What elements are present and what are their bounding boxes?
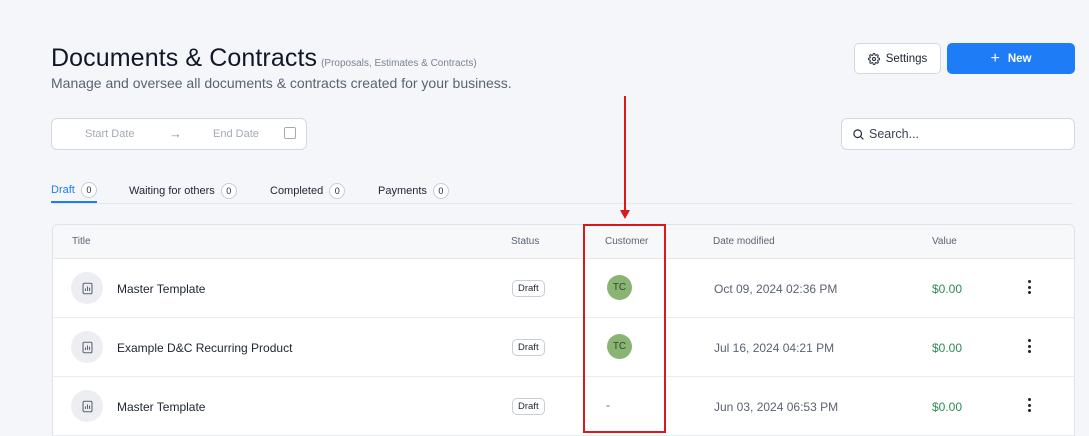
tab-label: Waiting for others <box>129 184 215 197</box>
document-value: $0.00 <box>932 341 963 355</box>
settings-button[interactable]: Settings <box>854 43 941 74</box>
page-title-note: (Proposals, Estimates & Contracts) <box>321 58 477 69</box>
document-value: $0.00 <box>932 400 963 414</box>
tab-count-badge: 0 <box>432 182 449 199</box>
table-row[interactable]: Master Template Draft TC Oct 09, 2024 02… <box>53 259 1074 318</box>
annotation-highlight-box <box>583 224 666 433</box>
plus-icon: + <box>990 49 1000 67</box>
document-icon <box>71 390 103 422</box>
column-header-title[interactable]: Title <box>72 236 91 247</box>
tab-label: Completed <box>270 184 324 197</box>
new-button[interactable]: + New <box>947 43 1075 74</box>
date-modified: Jun 03, 2024 06:53 PM <box>714 400 839 414</box>
document-title[interactable]: Master Template <box>117 282 205 296</box>
settings-label: Settings <box>885 52 928 65</box>
status-tabs: Draft 0 Waiting for others 0 Completed 0… <box>51 176 1073 204</box>
tab-label: Payments <box>378 184 427 197</box>
search-input[interactable] <box>869 127 1059 141</box>
status-badge: Draft <box>512 398 545 415</box>
table-header: Title Status Customer Date modified Valu… <box>53 225 1074 259</box>
documents-table: Title Status Customer Date modified Valu… <box>52 224 1075 436</box>
annotation-arrow-line <box>624 96 626 212</box>
page-title-text: Documents & Contracts <box>51 44 318 72</box>
more-options-icon[interactable] <box>1022 278 1036 296</box>
column-header-value[interactable]: Value <box>932 236 957 247</box>
tab-waiting-for-others[interactable]: Waiting for others 0 <box>129 178 237 203</box>
date-modified: Jul 16, 2024 04:21 PM <box>714 341 835 355</box>
more-options-icon[interactable] <box>1022 337 1036 355</box>
end-date-field[interactable]: End Date <box>213 128 259 140</box>
search-box[interactable] <box>841 118 1075 150</box>
annotation-arrow-head <box>620 210 630 219</box>
column-header-date-modified[interactable]: Date modified <box>713 236 775 247</box>
document-icon <box>71 331 103 363</box>
start-date-field[interactable]: Start Date <box>85 128 135 140</box>
page-title: Documents & Contracts (Proposals, Estima… <box>51 44 477 73</box>
column-header-status[interactable]: Status <box>511 236 539 247</box>
page-subtitle: Manage and oversee all documents & contr… <box>51 75 512 91</box>
date-modified: Oct 09, 2024 02:36 PM <box>714 282 838 296</box>
tab-count-badge: 0 <box>329 182 346 199</box>
tab-label: Draft <box>51 183 75 196</box>
tab-payments[interactable]: Payments 0 <box>378 178 449 203</box>
new-label: New <box>1007 52 1032 65</box>
calendar-icon[interactable] <box>284 127 296 139</box>
tab-count-badge: 0 <box>220 182 237 199</box>
tab-completed[interactable]: Completed 0 <box>270 178 346 203</box>
document-icon <box>71 272 103 304</box>
search-icon <box>853 128 864 140</box>
more-options-icon[interactable] <box>1022 396 1036 414</box>
date-range-picker[interactable]: Start Date → End Date <box>51 118 307 150</box>
arrow-right-icon: → <box>169 126 182 141</box>
tab-count-badge: 0 <box>80 181 97 198</box>
status-badge: Draft <box>512 339 545 356</box>
document-value: $0.00 <box>932 282 963 296</box>
gear-icon <box>867 52 880 65</box>
table-row[interactable]: Example D&C Recurring Product Draft TC J… <box>53 318 1074 377</box>
document-title[interactable]: Example D&C Recurring Product <box>117 341 292 355</box>
document-title[interactable]: Master Template <box>117 400 205 414</box>
table-row[interactable]: Master Template Draft - Jun 03, 2024 06:… <box>53 377 1074 436</box>
status-badge: Draft <box>512 280 545 297</box>
tab-draft[interactable]: Draft 0 <box>51 178 97 203</box>
